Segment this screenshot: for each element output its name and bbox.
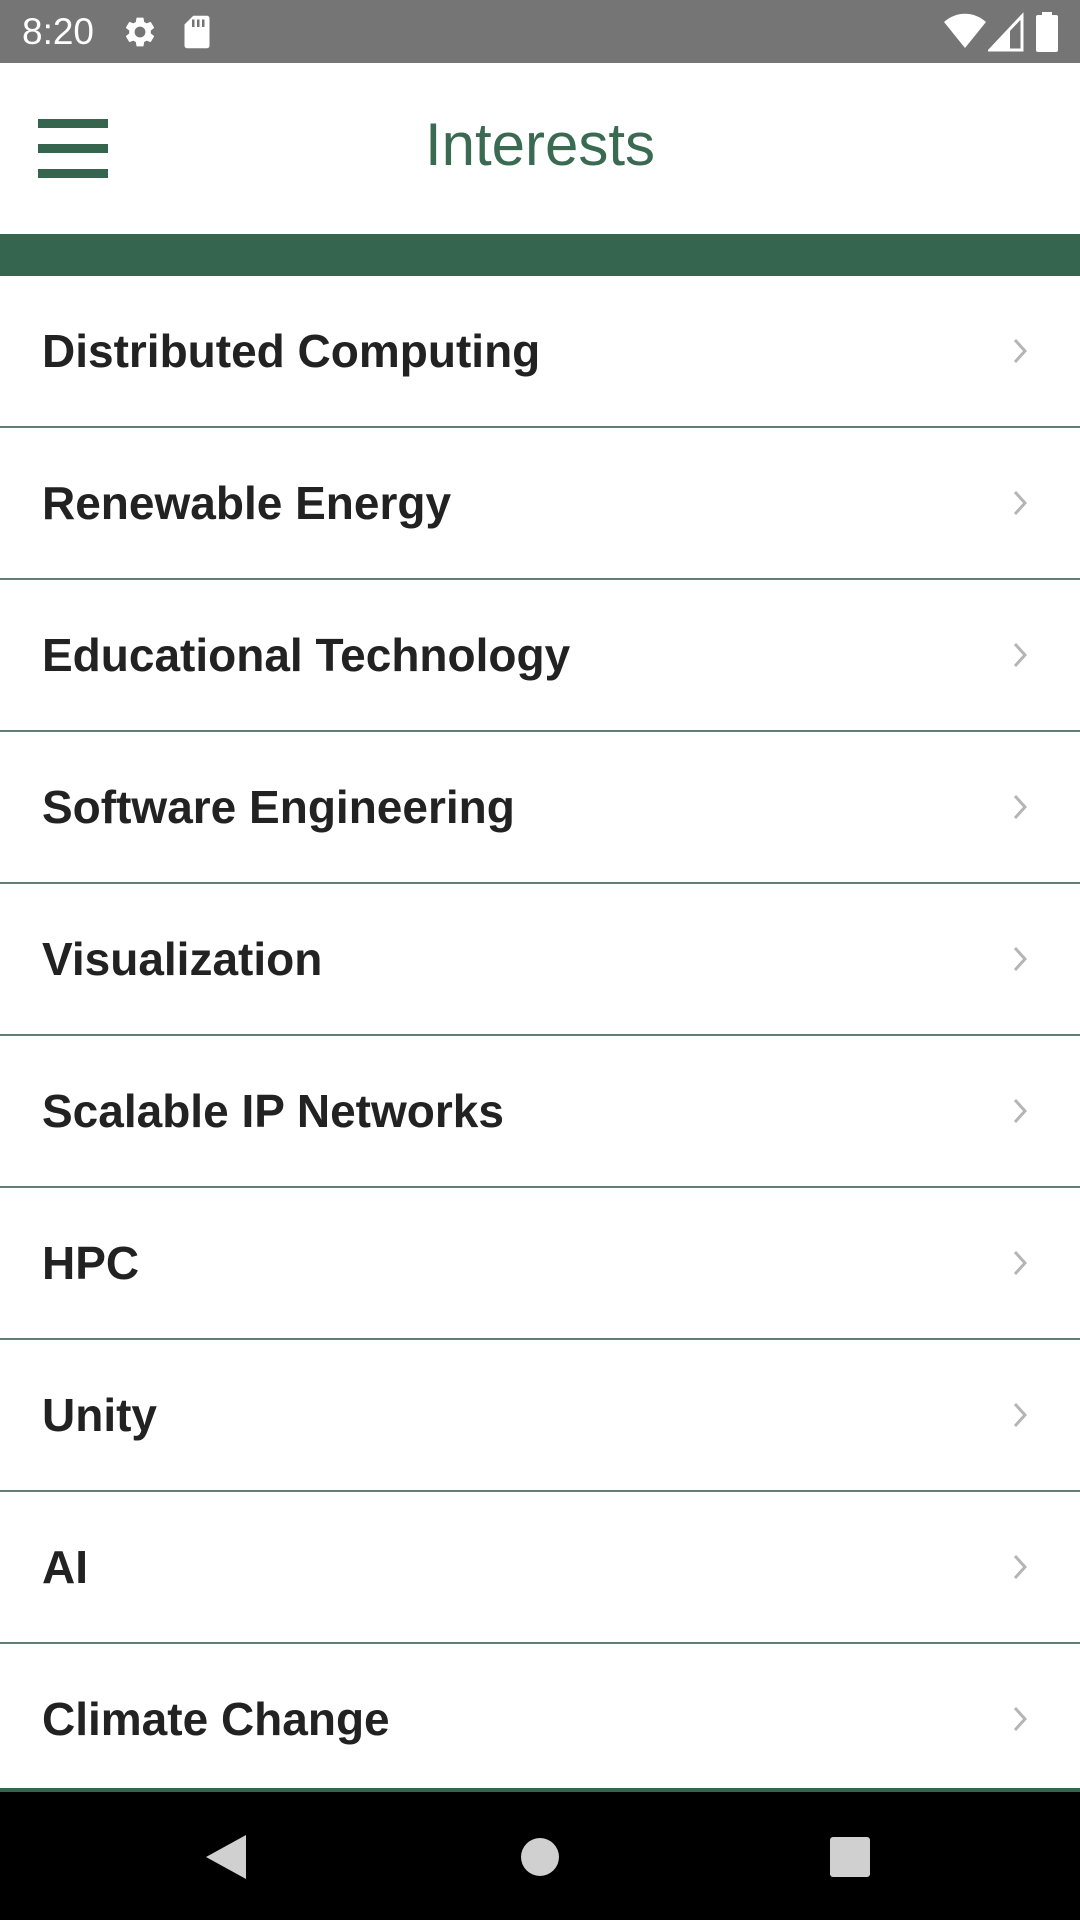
interest-item-software-engineering[interactable]: Software Engineering xyxy=(0,732,1080,884)
settings-icon xyxy=(125,17,155,47)
chevron-right-icon xyxy=(1013,1250,1028,1276)
menu-button[interactable] xyxy=(26,103,120,193)
recents-button[interactable] xyxy=(815,1822,885,1892)
interest-label: HPC xyxy=(42,1237,140,1289)
chevron-right-icon xyxy=(1013,338,1028,364)
interest-item-climate-change[interactable]: Climate Change xyxy=(0,1644,1080,1796)
interest-label: Distributed Computing xyxy=(42,325,541,377)
chevron-right-icon xyxy=(1013,642,1028,668)
interest-label: AI xyxy=(42,1541,88,1593)
status-time: 8:20 xyxy=(22,11,95,52)
chevron-right-icon xyxy=(1013,946,1028,972)
chevron-right-icon xyxy=(1013,1706,1028,1732)
sd-card-icon xyxy=(184,15,210,49)
accent-band xyxy=(0,234,1080,276)
interest-item-educational-technology[interactable]: Educational Technology xyxy=(0,580,1080,732)
interest-item-visualization[interactable]: Visualization xyxy=(0,884,1080,1036)
title-container: Interests xyxy=(340,109,740,181)
interest-item-renewable-energy[interactable]: Renewable Energy xyxy=(0,428,1080,580)
home-button[interactable] xyxy=(505,1822,575,1892)
chevron-right-icon xyxy=(1013,1554,1028,1580)
interest-label: Climate Change xyxy=(42,1693,390,1745)
interest-label: Renewable Energy xyxy=(42,477,452,529)
screen: 8:20 Interests Distributed Computing Ren… xyxy=(0,0,1080,1920)
chevron-right-icon xyxy=(1013,1402,1028,1428)
interest-list: Distributed Computing Renewable Energy E… xyxy=(0,276,1080,1796)
app-bar: Interests xyxy=(0,63,1080,234)
chevron-right-icon xyxy=(1013,1098,1028,1124)
interest-label: Visualization xyxy=(42,933,323,985)
page-title: Interests xyxy=(424,111,656,178)
interest-item-scalable-ip-networks[interactable]: Scalable IP Networks xyxy=(0,1036,1080,1188)
back-icon xyxy=(206,1835,246,1879)
interest-label: Unity xyxy=(42,1389,157,1441)
wifi-icon xyxy=(944,13,986,48)
interest-item-ai[interactable]: AI xyxy=(0,1492,1080,1644)
back-button[interactable] xyxy=(191,1822,261,1892)
status-bar: 8:20 xyxy=(0,0,1080,63)
chevron-right-icon xyxy=(1013,794,1028,820)
navigation-bar xyxy=(0,1792,1080,1920)
interest-item-unity[interactable]: Unity xyxy=(0,1340,1080,1492)
interest-item-hpc[interactable]: HPC xyxy=(0,1188,1080,1340)
interest-item-distributed-computing[interactable]: Distributed Computing xyxy=(0,276,1080,428)
interest-label: Software Engineering xyxy=(42,781,515,833)
battery-icon xyxy=(1036,12,1058,52)
chevron-right-icon xyxy=(1013,490,1028,516)
hamburger-menu-icon xyxy=(38,119,108,178)
recents-icon xyxy=(830,1837,870,1877)
home-icon xyxy=(521,1838,559,1876)
cell-signal-icon xyxy=(988,12,1024,52)
interest-label: Educational Technology xyxy=(42,629,571,681)
interest-label: Scalable IP Networks xyxy=(42,1085,504,1137)
